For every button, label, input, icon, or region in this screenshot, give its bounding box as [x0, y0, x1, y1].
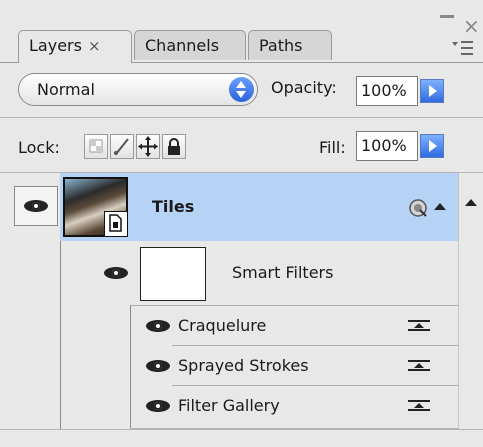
divider	[0, 429, 483, 430]
eye-icon	[24, 199, 48, 213]
lock-image-pixels-icon[interactable]	[110, 134, 134, 159]
eye-icon[interactable]	[146, 319, 170, 333]
layers-panel: × Layers × Channels Paths Normal Opacity:…	[0, 0, 483, 447]
opacity-slider-arrow-icon[interactable]	[420, 79, 444, 103]
filter-blending-options-icon[interactable]	[408, 400, 430, 412]
updown-stepper-icon	[229, 77, 254, 102]
layer-visibility-toggle[interactable]	[14, 186, 58, 226]
scroll-up-arrow-icon[interactable]	[459, 191, 483, 215]
blend-mode-select[interactable]: Normal	[18, 73, 258, 106]
fill-label: Fill:	[319, 138, 346, 157]
fill-slider-arrow-icon[interactable]	[420, 134, 444, 158]
lock-transparent-pixels-icon[interactable]	[84, 134, 108, 159]
close-tab-icon[interactable]: ×	[88, 37, 101, 55]
tab-layers[interactable]: Layers ×	[18, 30, 132, 63]
tab-layers-label: Layers	[29, 36, 82, 55]
opacity-field[interactable]: 100%	[356, 76, 418, 106]
filter-name[interactable]: Filter Gallery	[178, 396, 280, 415]
collapse-effects-arrow-icon[interactable]	[431, 198, 449, 216]
eye-icon[interactable]	[104, 266, 128, 280]
opacity-label: Opacity:	[271, 78, 337, 97]
tab-strip: Layers × Channels Paths	[0, 30, 483, 63]
smart-filter-indicator-icon[interactable]	[407, 197, 429, 219]
fill-field[interactable]: 100%	[356, 131, 418, 161]
layer-thumbnail[interactable]	[63, 177, 128, 237]
tab-paths-label: Paths	[259, 36, 303, 55]
scrollbar[interactable]	[458, 173, 483, 429]
eye-icon[interactable]	[146, 399, 170, 413]
tab-channels-label: Channels	[145, 36, 220, 55]
filter-blending-options-icon[interactable]	[408, 320, 430, 332]
smart-filters-label[interactable]: Smart Filters	[232, 263, 333, 282]
tree-connector	[60, 241, 61, 429]
filter-blending-options-icon[interactable]	[408, 360, 430, 372]
blend-mode-value: Normal	[37, 80, 95, 99]
lock-label: Lock:	[18, 138, 60, 157]
row-divider	[172, 345, 458, 346]
tab-channels[interactable]: Channels	[134, 30, 246, 60]
lock-position-icon[interactable]	[136, 134, 160, 159]
layer-name-tiles[interactable]: Tiles	[152, 197, 194, 216]
filter-name[interactable]: Sprayed Strokes	[178, 356, 309, 375]
eye-icon[interactable]	[146, 359, 170, 373]
tab-paths[interactable]: Paths	[248, 30, 332, 60]
filter-name[interactable]: Craquelure	[178, 316, 266, 335]
row-divider	[130, 305, 458, 306]
smart-object-icon	[104, 211, 128, 237]
row-divider	[172, 385, 458, 386]
lock-all-icon[interactable]	[162, 134, 186, 159]
minimize-icon[interactable]	[440, 15, 454, 18]
smart-filter-mask-thumbnail[interactable]	[140, 247, 206, 301]
divider	[0, 117, 483, 118]
tree-connector	[130, 305, 131, 429]
